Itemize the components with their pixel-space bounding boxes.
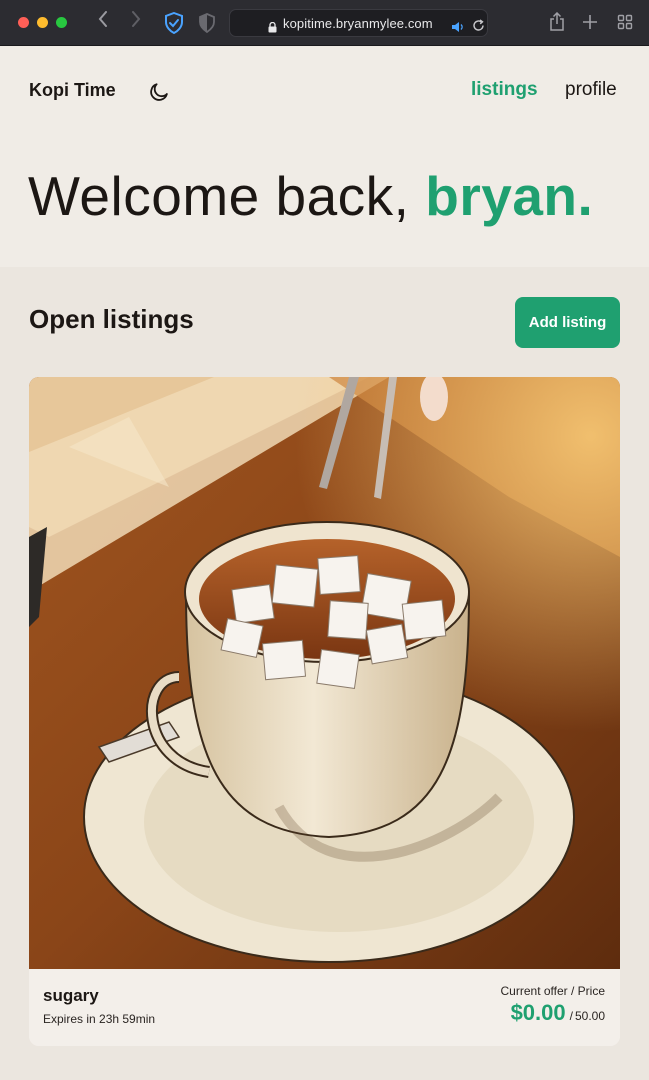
browser-toolbar: kopitime.bryanmylee.com (0, 0, 649, 46)
welcome-prefix: Welcome back, (28, 165, 426, 227)
tab-overview-icon[interactable] (617, 12, 635, 32)
welcome-user-name: bryan. (425, 165, 594, 227)
share-icon[interactable] (549, 11, 567, 32)
offer-price-row: $0.00/50.00 (511, 1000, 605, 1026)
listing-image (29, 377, 620, 969)
minimize-window-button[interactable] (37, 17, 48, 28)
url-text: kopitime.bryanmylee.com (283, 16, 433, 31)
chevron-right-icon[interactable] (131, 11, 141, 33)
address-bar[interactable]: kopitime.bryanmylee.com (229, 9, 488, 37)
offer-separator: / (569, 1009, 573, 1023)
nav-link-profile[interactable]: profile (565, 79, 617, 101)
speaker-icon[interactable] (451, 18, 465, 32)
section-title: Open listings (29, 304, 194, 334)
zoom-window-button[interactable] (56, 17, 67, 28)
listing-price: 50.00 (574, 1009, 605, 1023)
listing-expiry: Expires in 23h 59min (43, 1012, 156, 1026)
chevron-left-icon[interactable] (98, 11, 108, 33)
welcome-heading: Welcome back, bryan. (28, 164, 593, 228)
moon-icon[interactable] (150, 80, 172, 102)
brand-logo[interactable]: Kopi Time (29, 80, 116, 101)
listing-card[interactable]: sugary Expires in 23h 59min Current offe… (29, 377, 620, 1046)
current-offer: $0.00 (510, 1000, 566, 1025)
listing-title: sugary (43, 986, 99, 1005)
offer-price-label: Current offer / Price (500, 984, 605, 998)
plus-icon[interactable] (582, 12, 600, 32)
shield-check-icon[interactable] (164, 11, 184, 35)
add-listing-button[interactable]: Add listing (515, 297, 620, 348)
nav-link-listings[interactable]: listings (471, 79, 538, 101)
shield-icon[interactable] (198, 13, 216, 34)
listing-footer: sugary Expires in 23h 59min Current offe… (29, 969, 620, 1046)
reload-icon[interactable] (472, 17, 485, 31)
close-window-button[interactable] (18, 17, 29, 28)
lock-icon (268, 18, 277, 33)
